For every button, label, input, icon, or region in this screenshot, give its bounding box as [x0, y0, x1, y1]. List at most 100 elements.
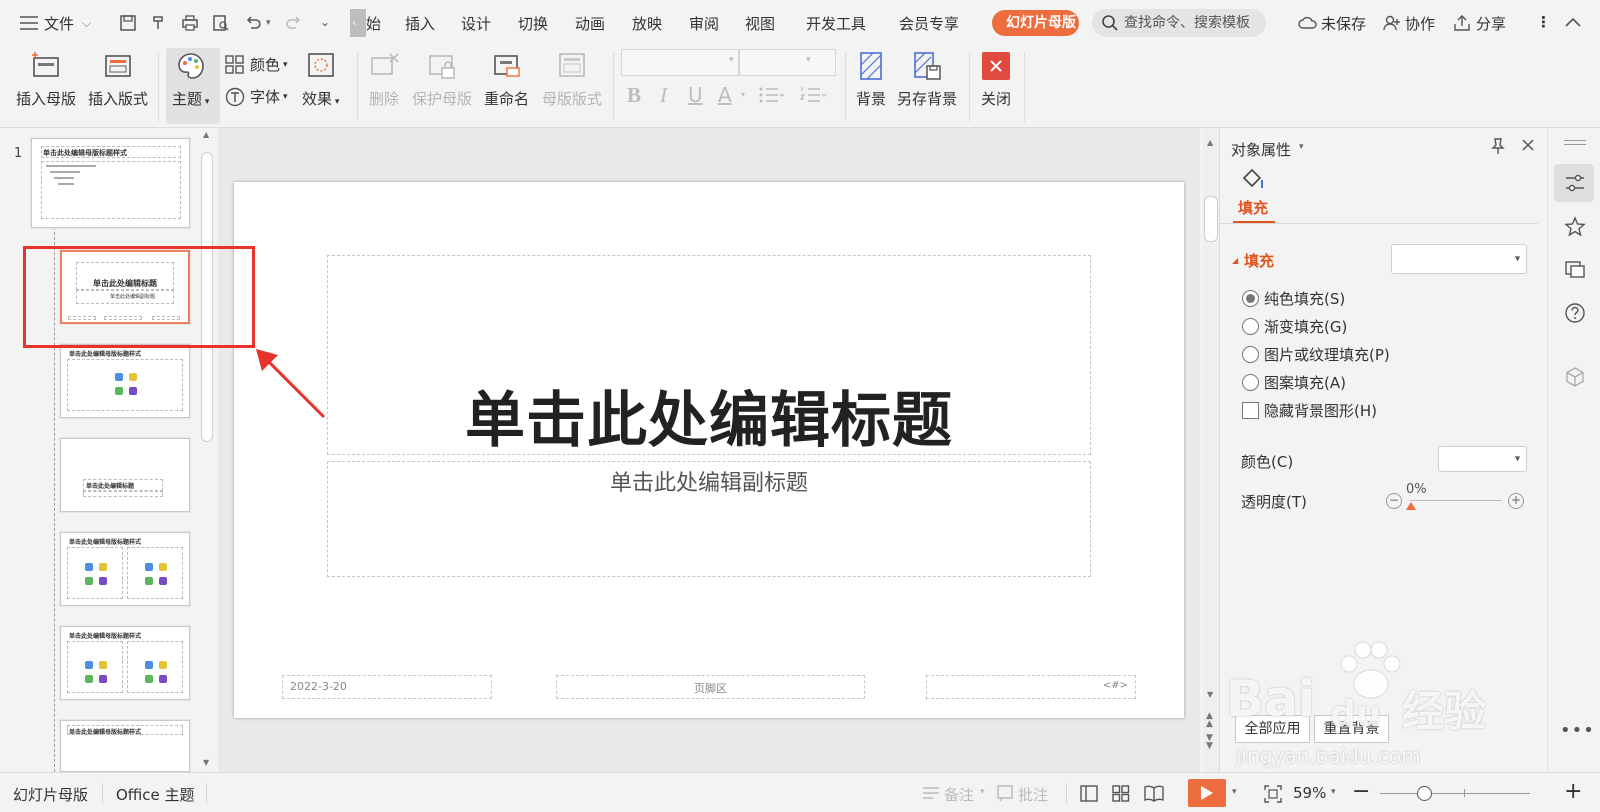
collab-button[interactable]: 协作 — [1405, 13, 1435, 34]
font-size-dropdown-icon[interactable]: ▾ — [806, 55, 811, 65]
comments-button[interactable]: 批注 — [1018, 784, 1048, 805]
slide-transition-icon[interactable] — [1564, 258, 1586, 284]
animation-star-icon[interactable] — [1564, 216, 1586, 242]
insert-master-button[interactable]: 插入母版 — [16, 50, 76, 109]
collapse-ribbon-icon[interactable] — [1564, 16, 1582, 32]
zoom-slider-track[interactable] — [1380, 793, 1530, 794]
font-family-select[interactable] — [621, 49, 739, 76]
layout-thumbnail[interactable]: 单击此处编辑母版标题样式 — [60, 626, 190, 700]
next-slide-icon[interactable]: ▼ ▼ — [1206, 734, 1213, 751]
rename-button[interactable]: 重命名 — [484, 50, 529, 109]
hide-background-label[interactable]: 隐藏背景图形(H) — [1264, 400, 1377, 421]
font-color-button[interactable]: A — [718, 83, 732, 107]
tab-member[interactable]: 会员专享 — [899, 13, 959, 34]
section-expand-icon[interactable]: ◢ — [1232, 256, 1238, 265]
layout-thumbnail[interactable]: 单击此处编辑标题 — [60, 438, 190, 512]
grid-view-icon[interactable] — [1112, 785, 1130, 806]
layout-thumbnail[interactable]: 单击此处编辑母版标题样式 — [60, 720, 190, 772]
thumbnail-scrollbar[interactable]: ▲ ▼ — [200, 128, 214, 772]
layout-thumbnail[interactable]: 单击此处编辑母版标题样式 — [60, 344, 190, 418]
tab-design[interactable]: 设计 — [461, 13, 491, 34]
reading-view-icon[interactable] — [1144, 785, 1164, 806]
tab-slideshow[interactable]: 放映 — [632, 13, 662, 34]
more-vertical-icon[interactable]: ⋮ — [1536, 13, 1551, 31]
radio-gradient-fill[interactable] — [1242, 318, 1259, 335]
hamburger-icon[interactable] — [18, 12, 40, 34]
fill-bucket-icon[interactable] — [1240, 166, 1266, 196]
normal-view-icon[interactable] — [1080, 785, 1098, 806]
tab-view[interactable]: 视图 — [745, 13, 775, 34]
delete-button[interactable]: 删除 — [368, 50, 400, 109]
scroll-up-icon[interactable]: ▲ — [1207, 138, 1213, 147]
bold-button[interactable]: B — [627, 83, 641, 108]
save-background-button[interactable]: 另存背景 — [897, 50, 957, 109]
transparency-slider-handle[interactable] — [1406, 502, 1416, 510]
notes-button[interactable]: 备注 — [944, 784, 974, 805]
color-button[interactable]: 颜色 ▾ — [225, 54, 288, 75]
master-layout-button[interactable]: 母版版式 — [542, 50, 602, 109]
save-icon[interactable] — [117, 12, 139, 34]
tab-developer[interactable]: 开发工具 — [806, 13, 866, 34]
tab-transition[interactable]: 切换 — [518, 13, 548, 34]
format-painter-icon[interactable] — [148, 12, 170, 34]
font-color-dropdown-icon[interactable]: ▾ — [741, 90, 745, 99]
chevron-left-icon[interactable]: ‹ — [352, 16, 356, 29]
font-button[interactable]: 字体 ▾ — [225, 86, 288, 107]
gradient-fill-label[interactable]: 渐变填充(G) — [1264, 316, 1347, 337]
layout-thumbnail[interactable]: 单击此处编辑母版标题样式 — [60, 532, 190, 606]
tab-slide-master[interactable]: 幻灯片母版 — [992, 10, 1079, 36]
panel-header-dropdown-icon[interactable]: ▾ — [1299, 142, 1304, 152]
tab-fill[interactable]: 填充 — [1238, 197, 1268, 218]
scroll-down-icon[interactable]: ▼ — [1207, 690, 1213, 699]
bullet-list-icon[interactable] — [758, 85, 785, 109]
transparency-increase-button[interactable]: + — [1508, 493, 1524, 509]
insert-layout-button[interactable]: 插入版式 — [88, 50, 148, 109]
radio-pattern-fill[interactable] — [1242, 374, 1259, 391]
comment-icon[interactable] — [996, 784, 1014, 806]
share-button[interactable]: 分享 — [1476, 13, 1506, 34]
hide-background-checkbox[interactable] — [1242, 402, 1259, 419]
slide-title[interactable]: 单击此处编辑标题 — [327, 372, 1091, 459]
print-icon[interactable] — [179, 12, 201, 34]
underline-button[interactable]: U — [688, 83, 703, 107]
more-horizontal-icon[interactable]: ••• — [1560, 720, 1595, 741]
section-fill-label[interactable]: 填充 — [1244, 250, 1274, 271]
help-icon[interactable] — [1564, 302, 1586, 328]
picture-fill-label[interactable]: 图片或纹理填充(P) — [1264, 344, 1390, 365]
italic-button[interactable]: I — [660, 83, 667, 108]
color-select[interactable] — [1438, 446, 1527, 472]
close-panel-icon[interactable] — [1520, 137, 1536, 157]
scroll-down-icon[interactable]: ▼ — [203, 758, 209, 767]
transparency-slider-track[interactable] — [1410, 500, 1502, 501]
slide-canvas[interactable]: 单击此处编辑标题 单击此处编辑副标题 2022-3-20 页脚区 <#> — [234, 182, 1184, 718]
properties-icon[interactable] — [1564, 172, 1586, 198]
scroll-up-icon[interactable]: ▲ — [203, 130, 209, 139]
customize-toolbar-icon[interactable]: ⌄ — [320, 15, 330, 29]
cube-icon[interactable] — [1564, 366, 1586, 392]
tab-animation[interactable]: 动画 — [575, 13, 605, 34]
file-menu-chevron-icon[interactable]: ⌵ — [82, 16, 91, 31]
zoom-level[interactable]: 59% — [1293, 784, 1326, 802]
pattern-fill-label[interactable]: 图案填充(A) — [1264, 372, 1346, 393]
zoom-dropdown-icon[interactable]: ▾ — [1331, 787, 1336, 797]
zoom-out-button[interactable]: − — [1352, 779, 1370, 804]
undo-icon[interactable] — [242, 12, 264, 34]
tab-review[interactable]: 审阅 — [689, 13, 719, 34]
radio-solid-fill[interactable] — [1242, 290, 1259, 307]
close-master-button[interactable]: 关闭 — [981, 50, 1011, 109]
zoom-slider-handle[interactable] — [1417, 786, 1432, 801]
font-size-select[interactable] — [739, 49, 836, 76]
master-thumbnail[interactable]: 单击此处编辑母版标题样式 — [31, 138, 190, 228]
numbered-list-icon[interactable] — [799, 85, 827, 109]
zoom-in-button[interactable]: + — [1564, 779, 1582, 804]
slide-subtitle[interactable]: 单击此处编辑副标题 — [327, 465, 1091, 497]
radio-picture-fill[interactable] — [1242, 346, 1259, 363]
protect-master-button[interactable]: 保护母版 — [412, 50, 472, 109]
print-preview-icon[interactable] — [210, 12, 232, 34]
canvas-scrollbar[interactable]: ▲ ▼ ▲ ▲ ▼ ▼ — [1203, 128, 1219, 772]
redo-icon[interactable] — [283, 12, 305, 34]
theme-button[interactable]: 主题 ▾ — [172, 50, 209, 109]
panel-header[interactable]: 对象属性 — [1231, 139, 1291, 160]
tab-home[interactable]: 始 — [366, 13, 381, 34]
undo-dropdown-icon[interactable]: ▾ — [266, 18, 271, 28]
